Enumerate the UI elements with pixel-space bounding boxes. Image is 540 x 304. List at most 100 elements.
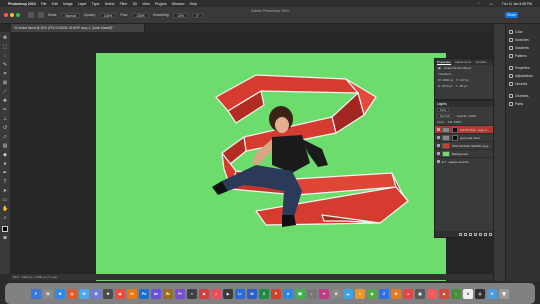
dock-app-icon[interactable]: Z xyxy=(379,288,389,299)
menu-help[interactable]: Help xyxy=(190,2,197,6)
dodge-tool-icon[interactable]: ● xyxy=(2,161,8,167)
opacity-field[interactable]: 100% xyxy=(99,12,117,18)
dock-app-icon[interactable]: X xyxy=(259,288,269,299)
pen-tool-icon[interactable]: ✒ xyxy=(2,170,8,176)
foreground-color-swatch[interactable] xyxy=(2,226,8,232)
dock-app-icon[interactable]: ◐ xyxy=(307,288,317,299)
dock-app-icon[interactable]: ♫ xyxy=(211,288,221,299)
height-field[interactable]: H: 1674 px xyxy=(438,84,453,88)
visibility-eye-icon[interactable] xyxy=(437,152,440,155)
dock-app-icon[interactable]: U xyxy=(463,288,473,299)
dock-app-icon[interactable]: ❖ xyxy=(103,288,113,299)
quick-mask-icon[interactable]: ◙ xyxy=(2,235,8,241)
zoom-tool-icon[interactable]: ⌕ xyxy=(2,215,8,221)
dock-app-icon[interactable]: Br xyxy=(163,288,173,299)
angle-field[interactable]: 0° xyxy=(191,12,204,18)
fill-field[interactable]: Fill: 100% xyxy=(448,119,461,125)
path-select-tool-icon[interactable]: ➤ xyxy=(2,188,8,194)
menu-edit[interactable]: Edit xyxy=(52,2,58,6)
menu-view[interactable]: View xyxy=(142,2,150,6)
layer-mask-thumbnail[interactable] xyxy=(452,134,458,141)
history-brush-tool-icon[interactable]: ↺ xyxy=(2,125,8,131)
dock-app-icon[interactable]: Ae xyxy=(151,288,161,299)
visibility-eye-icon[interactable] xyxy=(437,160,440,163)
dock-app-icon[interactable]: ✿ xyxy=(391,288,401,299)
dock-app-icon[interactable]: ≡ xyxy=(187,288,197,299)
dock-app-icon[interactable]: ☁ xyxy=(343,288,353,299)
add-mask-icon[interactable] xyxy=(469,232,472,236)
menu-app-name[interactable]: Photoshop 2024 xyxy=(8,2,36,6)
dock-app-icon[interactable]: ⎙ xyxy=(475,288,485,299)
gradient-tool-icon[interactable]: ▤ xyxy=(2,143,8,149)
trash-icon[interactable] xyxy=(489,232,492,236)
panel-adjustments[interactable]: Adjustments xyxy=(506,72,540,80)
eyedropper-tool-icon[interactable]: ⟋ xyxy=(2,89,8,95)
eraser-tool-icon[interactable]: ▱ xyxy=(2,134,8,140)
layer-row[interactable]: CUTOUT(E...copy 2 xyxy=(435,125,495,133)
tab-adjustments[interactable]: Adjustments xyxy=(455,59,472,65)
close-window-icon[interactable] xyxy=(4,13,8,17)
minimize-window-icon[interactable] xyxy=(10,13,14,17)
layer-row[interactable]: ▸▭ spaces and the xyxy=(435,157,495,165)
hand-tool-icon[interactable]: ✋ xyxy=(2,206,8,212)
dock-app-icon[interactable]: ◉ xyxy=(115,288,125,299)
smoothing-field[interactable]: 10% xyxy=(173,12,188,18)
dock-app-icon[interactable]: ☎ xyxy=(295,288,305,299)
battery-icon[interactable]: ▭ xyxy=(489,2,492,6)
panel-libraries[interactable]: Libraries xyxy=(506,80,540,88)
lasso-tool-icon[interactable]: ◌ xyxy=(2,53,8,59)
clock[interactable]: Thu 11 Jan 5:48 PM xyxy=(502,2,532,6)
share-button[interactable]: Share xyxy=(505,12,518,18)
frame-tool-icon[interactable]: ⊠ xyxy=(2,80,8,86)
menu-filter[interactable]: Filter xyxy=(120,2,128,6)
layer-mask-thumbnail[interactable] xyxy=(452,126,458,133)
move-tool-icon[interactable]: ✥ xyxy=(2,35,8,41)
panel-patterns[interactable]: Patterns xyxy=(506,52,540,60)
layer-row[interactable]: guys and robot xyxy=(435,133,495,141)
rectangle-tool-icon[interactable]: ▭ xyxy=(2,197,8,203)
document-canvas[interactable] xyxy=(96,53,446,281)
dock-app-icon[interactable]: ♦ xyxy=(355,288,365,299)
crop-tool-icon[interactable]: ⌗ xyxy=(2,71,8,77)
dock-app-icon[interactable]: Lr xyxy=(235,288,245,299)
dock-app-icon[interactable]: ✦ xyxy=(319,288,329,299)
menu-select[interactable]: Select xyxy=(105,2,115,6)
fx-icon[interactable] xyxy=(464,232,467,236)
mode-select[interactable]: Normal xyxy=(61,12,80,18)
dock-app-icon[interactable]: ● xyxy=(403,288,413,299)
y-field[interactable]: Y: -83 px xyxy=(456,84,468,88)
new-group-icon[interactable] xyxy=(479,232,482,236)
x-field[interactable]: X: 147 px xyxy=(456,78,469,82)
panel-gradients[interactable]: Gradients xyxy=(506,44,540,52)
dock-app-icon[interactable]: ▶ xyxy=(223,288,233,299)
menu-image[interactable]: Image xyxy=(63,2,73,6)
dock-app-icon[interactable]: ✎ xyxy=(487,288,497,299)
stamp-tool-icon[interactable]: ⊥ xyxy=(2,116,8,122)
dock-app-icon[interactable]: W xyxy=(247,288,257,299)
quick-select-tool-icon[interactable]: ✎ xyxy=(2,62,8,68)
dock-app-icon[interactable]: ◈ xyxy=(439,288,449,299)
dock-app-icon[interactable]: ⌂ xyxy=(451,288,461,299)
brush-preset-icon[interactable] xyxy=(38,12,44,18)
visibility-eye-icon[interactable] xyxy=(437,128,440,131)
blur-tool-icon[interactable]: ◆ xyxy=(2,152,8,158)
dock-app-icon[interactable]: Ps xyxy=(139,288,149,299)
dock-app-icon[interactable]: ⊞ xyxy=(91,288,101,299)
dock-app-icon[interactable]: ♪ xyxy=(427,288,437,299)
width-field[interactable]: W: 2960 px xyxy=(438,78,453,82)
heal-tool-icon[interactable]: ✚ xyxy=(2,98,8,104)
panel-properties[interactable]: Properties xyxy=(506,64,540,72)
dock-app-icon[interactable]: ◎ xyxy=(67,288,77,299)
visibility-eye-icon[interactable] xyxy=(437,144,440,147)
dock-app-icon[interactable]: F xyxy=(31,288,41,299)
layer-row[interactable]: POLYGONAL SHAPE copy xyxy=(435,141,495,149)
dock-app-icon[interactable]: ⚙ xyxy=(331,288,341,299)
marquee-tool-icon[interactable]: ⬚ xyxy=(2,44,8,50)
tab-properties[interactable]: Properties xyxy=(437,59,451,65)
dock-app-icon[interactable]: ⊕ xyxy=(55,288,65,299)
zoom-window-icon[interactable] xyxy=(16,13,20,17)
flow-field[interactable]: 100% xyxy=(132,12,149,18)
menu-3d[interactable]: 3D xyxy=(133,2,138,6)
dock-app-icon[interactable]: ⌘ xyxy=(43,288,53,299)
menu-file[interactable]: File xyxy=(41,2,47,6)
